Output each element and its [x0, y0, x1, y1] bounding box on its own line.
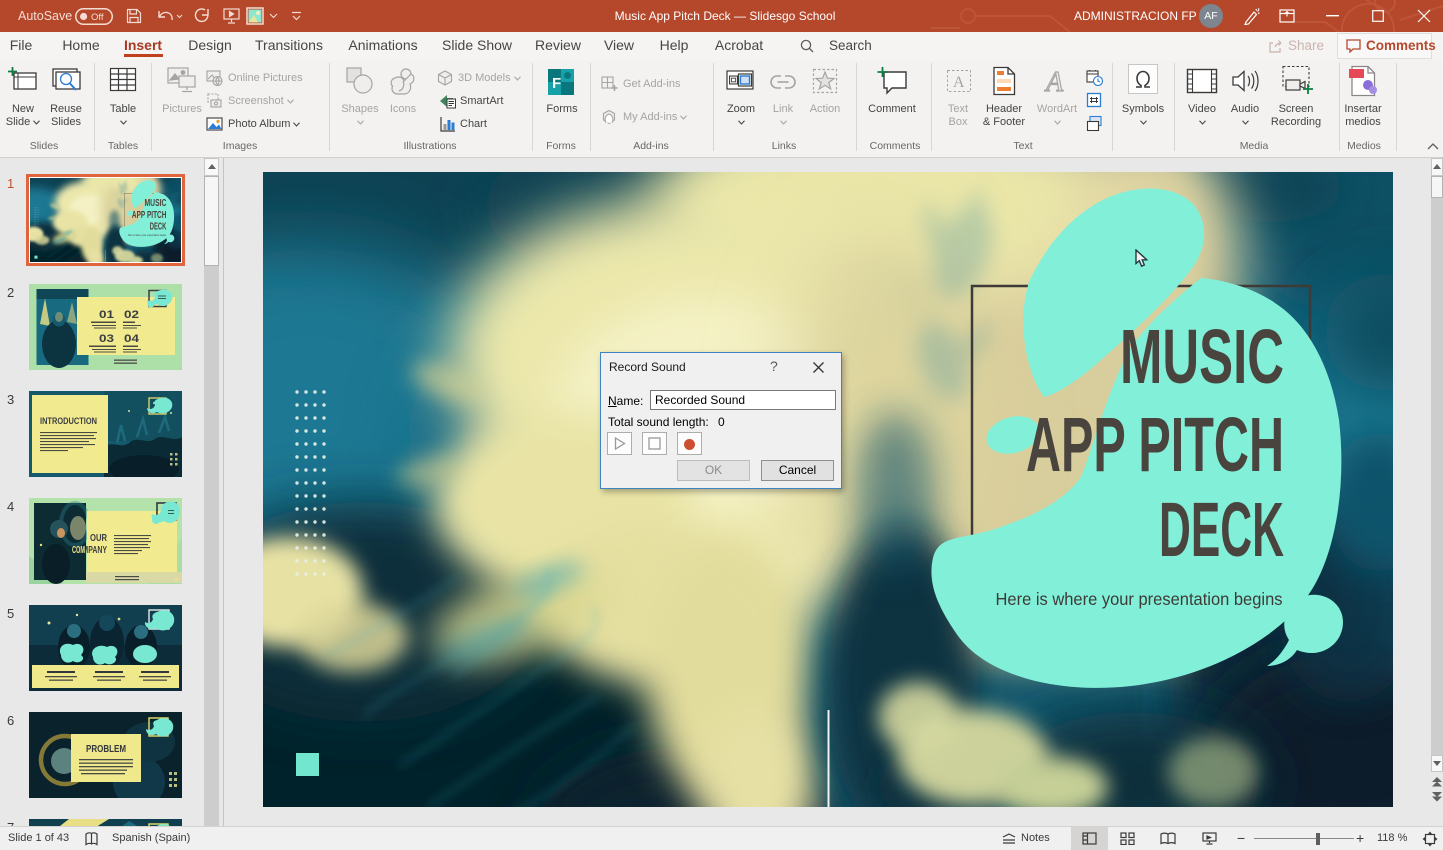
- svg-text:01: 01: [99, 309, 114, 321]
- svg-text:INTRODUCTION: INTRODUCTION: [40, 416, 97, 426]
- svg-text:A: A: [1044, 67, 1064, 95]
- svg-text:Off: Off: [91, 12, 104, 23]
- svg-text:PROBLEM: PROBLEM: [86, 744, 126, 755]
- svg-text:F: F: [552, 75, 561, 92]
- svg-text:OUR: OUR: [90, 533, 108, 544]
- svg-text:02: 02: [124, 309, 139, 321]
- svg-text:03: 03: [99, 333, 114, 345]
- svg-text:COM: COM: [72, 545, 85, 556]
- svg-text:A: A: [953, 74, 965, 91]
- svg-text:04: 04: [124, 333, 140, 345]
